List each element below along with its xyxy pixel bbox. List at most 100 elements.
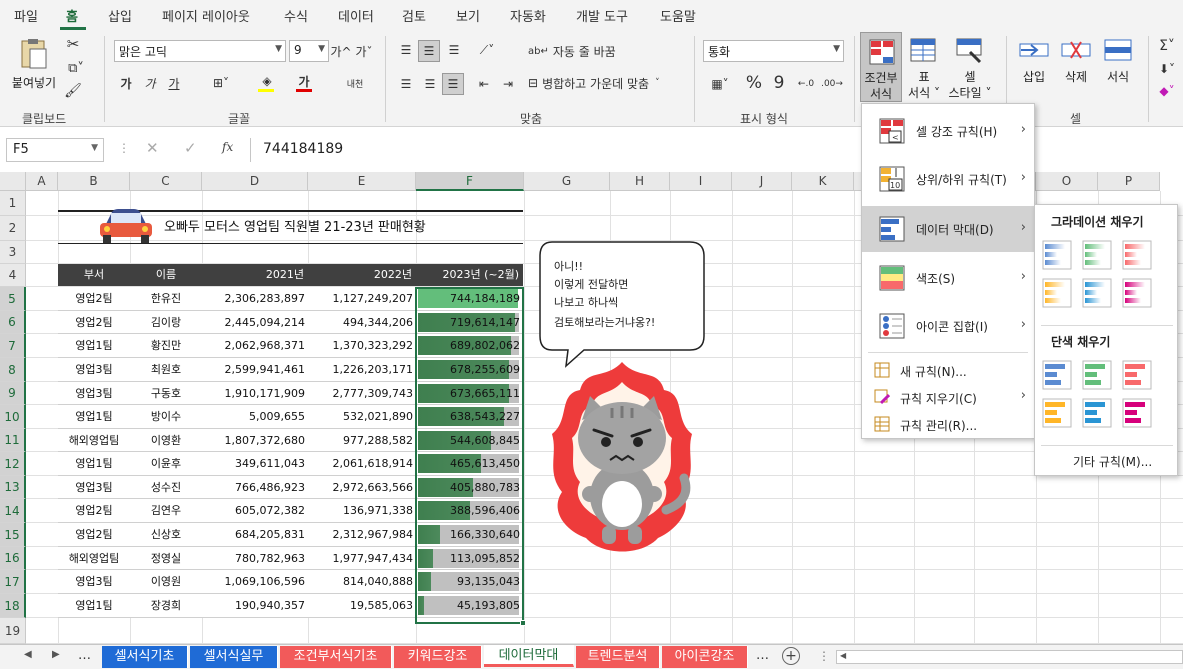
row-header-9[interactable]: 9 [0,382,26,405]
gradient-databar-option-5[interactable] [1122,278,1152,308]
fill-color-icon[interactable]: ◈ [258,72,276,90]
cell-name[interactable]: 구동호 [130,382,202,405]
fill-handle[interactable] [520,620,526,626]
cell-name[interactable]: 성수진 [130,476,202,499]
align-top-icon[interactable]: ☰ [396,40,416,60]
cell-y2021[interactable]: 1,069,106,596 [202,570,308,594]
column-header-H[interactable]: H [610,172,670,191]
cell-name[interactable]: 이영원 [130,570,202,594]
menu-tab-1[interactable]: 홈 [66,6,78,25]
menu-tab-0[interactable]: 파일 [14,6,38,25]
cell-y2021[interactable]: 1,910,171,909 [202,382,308,405]
row-header-16[interactable]: 16 [0,547,26,570]
cell-y2022[interactable]: 19,585,063 [308,594,416,618]
cell-y2022[interactable]: 494,344,206 [308,311,416,334]
cell-y2022[interactable]: 1,370,323,292 [308,334,416,358]
font-color-button[interactable]: 가 [296,72,312,90]
cell-dept[interactable]: 영업3팀 [58,382,130,405]
font-size-combo[interactable]: 9 ▼ [289,40,329,62]
menu-tab-6[interactable]: 검토 [402,6,426,25]
cell-dept[interactable]: 해외영업팀 [58,547,130,570]
horizontal-scrollbar[interactable] [836,650,1183,664]
align-bottom-icon[interactable]: ☰ [444,40,464,60]
cell-name[interactable]: 김연우 [130,499,202,523]
cell-y2022[interactable]: 1,977,947,434 [308,547,416,570]
row-header-13[interactable]: 13 [0,476,26,499]
sheet-tab-4[interactable]: 데이터막대 [484,645,574,667]
row-header-6[interactable]: 6 [0,311,26,334]
cut-icon[interactable]: ✂ [64,35,82,53]
row-header-12[interactable]: 12 [0,452,26,476]
cell-y2021[interactable]: 1,807,372,680 [202,429,308,452]
cell-y2022[interactable]: 1,127,249,207 [308,287,416,311]
column-header-K[interactable]: K [792,172,854,191]
column-header-P[interactable]: P [1098,172,1160,191]
align-left-icon[interactable]: ☰ [396,74,416,94]
cell-name[interactable]: 최원호 [130,358,202,382]
autosum-button[interactable]: Σ ˅ [1154,36,1180,56]
gradient-databar-option-0[interactable] [1042,240,1072,270]
bold-button[interactable]: 가 [118,74,134,92]
enter-icon[interactable]: ✓ [184,139,197,157]
menu-tab-5[interactable]: 데이터 [338,6,374,25]
wrap-text-button[interactable]: ab↵ 자동 줄 바꿈 [528,42,628,60]
solid-databar-option-5[interactable] [1122,398,1152,428]
column-header-D[interactable]: D [202,172,308,191]
cell-y2022[interactable]: 2,061,618,914 [308,452,416,476]
format-painter-icon[interactable]: 🖌 [64,82,82,100]
cell-dept[interactable]: 영업3팀 [58,570,130,594]
cell-y2021[interactable]: 190,940,357 [202,594,308,618]
cell-name[interactable]: 이영환 [130,429,202,452]
gradient-databar-option-4[interactable] [1082,278,1112,308]
menu-tab-3[interactable]: 페이지 레이아웃 [162,6,250,25]
cell-dept[interactable]: 영업2팀 [58,523,130,547]
cell-y2021[interactable]: 780,782,963 [202,547,308,570]
cell-dept[interactable]: 영업1팀 [58,405,130,429]
row-header-7[interactable]: 7 [0,334,26,358]
row-header-10[interactable]: 10 [0,405,26,429]
cell-y2021[interactable]: 2,062,968,371 [202,334,308,358]
row-header-11[interactable]: 11 [0,429,26,452]
column-header-J[interactable]: J [732,172,792,191]
column-header-C[interactable]: C [130,172,202,191]
cell-name[interactable]: 김이랑 [130,311,202,334]
grow-font-button[interactable]: 가^ [330,42,351,60]
row-header-18[interactable]: 18 [0,594,26,618]
phonetic-button[interactable]: 내천 [342,74,368,92]
solid-databar-option-4[interactable] [1082,398,1112,428]
gradient-databar-option-3[interactable] [1042,278,1072,308]
cf-menu-small-item-1[interactable]: 규칙 지우기(C) › [862,385,1034,410]
sheet-tab-0[interactable]: 셀서식기초 [102,646,188,668]
cell-dept[interactable]: 영업1팀 [58,452,130,476]
percent-button[interactable]: % [744,72,764,94]
gradient-databar-option-1[interactable] [1082,240,1112,270]
cell-y2021[interactable]: 5,009,655 [202,405,308,429]
sheet-tab-3[interactable]: 키워드강조 [394,646,482,668]
row-header-17[interactable]: 17 [0,570,26,594]
next-sheet-icon[interactable]: ▶ [52,649,60,660]
cell-y2022[interactable]: 2,777,309,743 [308,382,416,405]
underline-button[interactable]: 가 [166,74,182,92]
cell-dept[interactable]: 영업2팀 [58,287,130,311]
row-header-1[interactable]: 1 [0,191,26,216]
cell-name[interactable]: 장경희 [130,594,202,618]
cell-y2021[interactable]: 766,486,923 [202,476,308,499]
cancel-icon[interactable]: ✕ [146,139,159,157]
clear-icon[interactable]: ◆˅ [1154,82,1180,100]
align-right-icon[interactable]: ☰ [442,73,464,95]
cell-y2021[interactable]: 2,306,283,897 [202,287,308,311]
add-sheet-icon[interactable]: + [782,647,800,665]
row-header-3[interactable]: 3 [0,241,26,264]
row-header-14[interactable]: 14 [0,499,26,523]
column-header-I[interactable]: I [670,172,732,191]
decrease-indent-icon[interactable]: ⇤ [474,74,494,94]
column-header-O[interactable]: O [1036,172,1098,191]
cell-name[interactable]: 정영실 [130,547,202,570]
cell-y2021[interactable]: 2,445,094,214 [202,311,308,334]
cf-menu-item-3[interactable]: 색조(S) › [862,255,1034,301]
more-sheets-right-icon[interactable]: … [756,648,769,663]
scroll-left-icon[interactable]: ◀ [840,651,846,660]
cell-dept[interactable]: 영업2팀 [58,499,130,523]
insert-cells-button[interactable]: 삽입 [1014,34,1054,90]
merge-center-button[interactable]: ⊟ 병합하고 가운데 맞춤 ˅ [528,74,686,92]
